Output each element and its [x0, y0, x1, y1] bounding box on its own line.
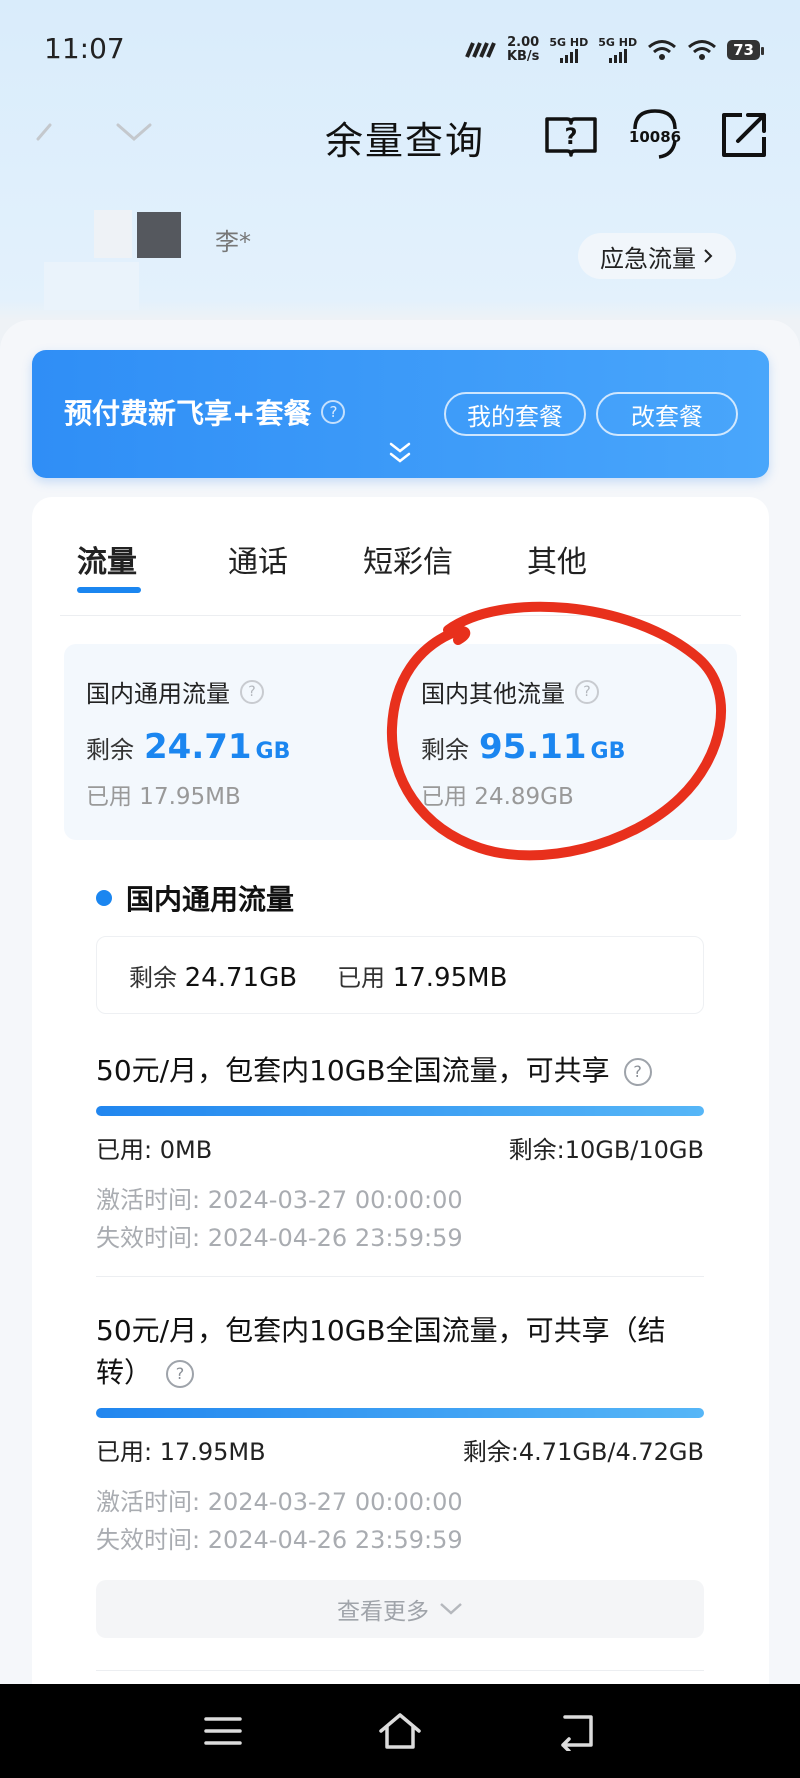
emergency-data-button[interactable]: 应急流量: [578, 233, 736, 279]
other-remain-value: 95.11: [479, 727, 587, 767]
package-remain: 剩余:4.71GB/4.72GB: [462, 1438, 704, 1466]
tab-calls[interactable]: 通话: [228, 537, 288, 581]
package-title: 50元/月，包套内10GB全国流量，可共享?: [96, 1050, 704, 1092]
package-item: 50元/月，包套内10GB全国流量，可共享? 已用: 0MB 剩余:10GB/1…: [96, 1050, 704, 1257]
question-icon[interactable]: ?: [623, 1058, 652, 1086]
data-summary: 国内通用流量 ? 剩余 24.71 GB 已用 17.95MB 国内其他流量 ?…: [64, 644, 737, 840]
chevron-right-icon: [704, 249, 713, 263]
home-icon[interactable]: [377, 1711, 423, 1751]
svg-text:10086: 10086: [629, 128, 681, 146]
wifi-icon: [648, 40, 677, 60]
back-icon[interactable]: [555, 1711, 601, 1751]
app-header: 余量查询 ? 10086: [0, 95, 800, 175]
usage-progress-bar: [96, 1106, 704, 1116]
package-used: 已用: 17.95MB: [96, 1438, 266, 1466]
sim1-signal-icon: 5G HD: [549, 37, 588, 63]
double-chevron-down-icon[interactable]: [387, 438, 413, 468]
usage-progress-bar: [96, 1408, 704, 1418]
package-expire-time: 失效时间: 2024-04-26 23:59:59: [96, 1224, 463, 1252]
divider: [96, 1276, 704, 1277]
menu-icon[interactable]: [200, 1711, 246, 1751]
question-icon[interactable]: ?: [575, 679, 599, 704]
customer-service-icon[interactable]: 10086: [627, 107, 683, 163]
section-title: 国内通用流量: [96, 878, 294, 918]
chevron-down-icon: [440, 1603, 462, 1615]
user-name: 李*: [215, 228, 251, 256]
svg-text:?: ?: [565, 125, 578, 150]
tab-active-indicator: [77, 587, 141, 593]
package-expire-time: 失效时间: 2024-04-26 23:59:59: [96, 1526, 463, 1554]
package-used: 已用: 0MB: [96, 1136, 213, 1164]
divider: [96, 1670, 704, 1671]
tab-sms[interactable]: 短彩信: [363, 537, 453, 581]
my-plan-button[interactable]: 我的套餐: [444, 392, 586, 436]
change-plan-button[interactable]: 改套餐: [596, 392, 738, 436]
system-nav-bar: [0, 1684, 800, 1778]
share-icon[interactable]: [716, 107, 772, 163]
usage-tabs: 流量 通话 短彩信 其他: [32, 497, 769, 617]
network-speed: 2.00 KB/s: [506, 35, 540, 64]
summary-general: 国内通用流量 ? 剩余 24.71 GB 已用 17.95MB: [86, 674, 406, 811]
section-summary: 剩余 24.71GB 已用 17.95MB: [96, 936, 704, 1014]
back-icon[interactable]: [28, 109, 78, 159]
question-icon[interactable]: ?: [321, 400, 346, 424]
general-used: 已用 17.95MB: [86, 784, 241, 810]
chevron-down-icon[interactable]: [112, 109, 162, 159]
battery-icon: 73: [727, 40, 764, 60]
wifi-icon: [688, 40, 717, 60]
package-activate-time: 激活时间: 2024-03-27 00:00:00: [96, 1488, 463, 1516]
plan-banner: 预付费新飞享+套餐 ? 我的套餐 改套餐: [32, 350, 769, 478]
summary-other: 国内其他流量 ? 剩余 95.11 GB 已用 24.89GB: [421, 674, 741, 811]
question-icon[interactable]: ?: [240, 679, 264, 704]
divider: [60, 615, 741, 616]
bullet-dot: [96, 890, 112, 906]
page-title: 余量查询: [325, 119, 486, 163]
package-remain: 剩余:10GB/10GB: [508, 1136, 704, 1164]
status-icons: 2.00 KB/s 5G HD 5G HD 73: [463, 30, 764, 70]
status-bar: 11:07 2.00 KB/s 5G HD 5G HD 73: [0, 0, 800, 100]
status-time: 11:07: [44, 32, 125, 65]
general-remain-value: 24.71: [144, 727, 252, 767]
sim2-signal-icon: 5G HD: [598, 37, 637, 63]
question-icon[interactable]: ?: [166, 1360, 195, 1388]
other-used: 已用 24.89GB: [421, 784, 574, 810]
plan-name: 预付费新飞享+套餐 ?: [64, 392, 346, 432]
package-activate-time: 激活时间: 2024-03-27 00:00:00: [96, 1186, 463, 1214]
nfc-icon: [465, 42, 496, 58]
view-more-button[interactable]: 查看更多: [96, 1580, 704, 1638]
avatar: [44, 210, 184, 310]
package-item: 50元/月，包套内10GB全国流量，可共享（结转）? 已用: 17.95MB 剩…: [96, 1310, 704, 1559]
help-book-icon[interactable]: ?: [543, 107, 599, 163]
tab-data[interactable]: 流量: [77, 537, 137, 581]
tab-other[interactable]: 其他: [527, 537, 587, 581]
package-title: 50元/月，包套内10GB全国流量，可共享（结转）?: [96, 1314, 666, 1389]
